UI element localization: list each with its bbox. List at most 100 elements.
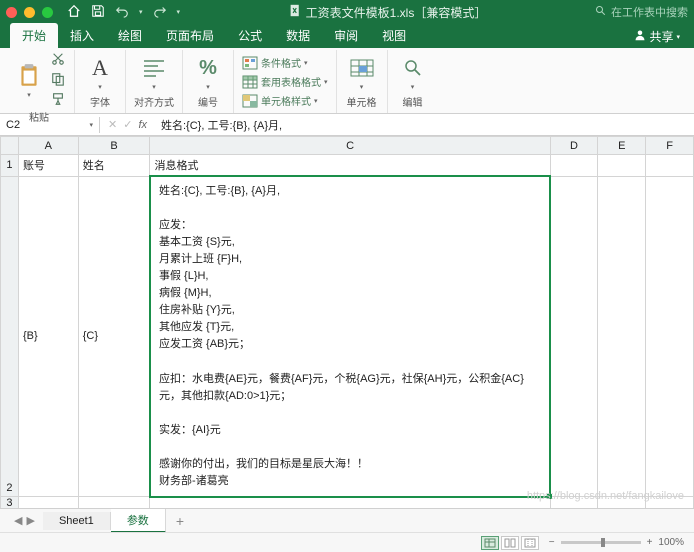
align-icon	[141, 55, 167, 81]
formula-input[interactable]: 姓名:{C}, 工号:{B}, {A}月,	[155, 115, 694, 135]
chevron-down-icon: ▾	[89, 121, 93, 129]
cell[interactable]: 姓名	[78, 155, 150, 177]
find-icon	[400, 55, 426, 81]
row-header[interactable]: 1	[1, 155, 19, 177]
next-sheet-icon[interactable]: ▶	[26, 514, 34, 527]
undo-icon[interactable]	[115, 4, 129, 21]
cells-button[interactable]: ▾	[345, 53, 379, 93]
cells-icon	[349, 55, 375, 81]
col-header[interactable]: F	[646, 137, 694, 155]
paste-button[interactable]: ▾	[12, 61, 46, 101]
share-button[interactable]: 共享 ▾	[620, 25, 694, 48]
cell[interactable]: {C}	[78, 176, 150, 497]
grid[interactable]: A B C D E F 1 账号 姓名 消息格式 2 {B} {C} 姓名:{C…	[0, 136, 694, 524]
cell[interactable]	[550, 176, 598, 497]
group-label: 字体	[90, 94, 110, 111]
group-label: 对齐方式	[134, 94, 174, 111]
tab-review[interactable]: 审阅	[322, 23, 370, 48]
group-font: A ▾ 字体	[75, 50, 126, 113]
cell[interactable]: {B}	[18, 176, 78, 497]
quick-access-toolbar: ▾ ▾	[67, 4, 180, 21]
align-button[interactable]: ▾	[137, 53, 171, 93]
conditional-format-button[interactable]: 条件格式▾	[242, 55, 328, 70]
page-layout-view-button[interactable]	[501, 536, 519, 550]
zoom-in-button[interactable]: +	[647, 537, 653, 548]
chevron-down-icon: ▾	[676, 33, 680, 41]
minimize-window-button[interactable]	[24, 7, 35, 18]
column-headers[interactable]: A B C D E F	[1, 137, 694, 155]
enter-icon[interactable]: ✓	[123, 118, 132, 131]
tab-home[interactable]: 开始	[10, 23, 58, 48]
sheet-tabs: ◀ ▶ Sheet1 参数 +	[0, 508, 694, 532]
zoom-control[interactable]: − + 100%	[549, 537, 684, 548]
sheet-tab[interactable]: Sheet1	[43, 512, 111, 530]
page-break-view-button[interactable]	[521, 536, 539, 550]
chevron-down-icon: ▾	[411, 83, 415, 91]
number-button[interactable]: % ▾	[191, 53, 225, 93]
undo-dropdown-icon[interactable]: ▾	[139, 8, 143, 16]
cell[interactable]	[646, 155, 694, 177]
font-button[interactable]: A ▾	[83, 53, 117, 93]
zoom-level[interactable]: 100%	[658, 537, 684, 548]
table-row[interactable]: 2 {B} {C} 姓名:{C}, 工号:{B}, {A}月, 应发： 基本工资…	[1, 176, 694, 497]
group-clipboard: ▾ 粘贴	[4, 50, 75, 113]
col-header[interactable]: B	[78, 137, 150, 155]
status-bar: − + 100%	[0, 532, 694, 552]
format-as-table-button[interactable]: 套用表格格式▾	[242, 74, 328, 89]
close-window-button[interactable]	[6, 7, 17, 18]
select-all-cell[interactable]	[1, 137, 19, 155]
group-label: 编号	[198, 94, 218, 111]
group-styles: 条件格式▾ 套用表格格式▾ 单元格样式▾	[234, 50, 337, 113]
row-header[interactable]: 2	[1, 176, 19, 497]
tab-formulas[interactable]: 公式	[226, 23, 274, 48]
tab-insert[interactable]: 插入	[58, 23, 106, 48]
excel-doc-icon	[289, 4, 302, 20]
zoom-out-button[interactable]: −	[549, 537, 555, 548]
save-icon[interactable]	[91, 4, 105, 21]
group-number: % ▾ 编号	[183, 50, 234, 113]
zoom-slider[interactable]	[561, 541, 641, 544]
font-a-icon: A	[87, 55, 113, 81]
col-header[interactable]: D	[550, 137, 598, 155]
cell[interactable]: 账号	[18, 155, 78, 177]
cell[interactable]	[550, 155, 598, 177]
selected-cell[interactable]: 姓名:{C}, 工号:{B}, {A}月, 应发： 基本工资 {S}元, 月累计…	[150, 176, 550, 497]
fx-icon[interactable]: fx	[138, 119, 147, 131]
cut-icon[interactable]	[50, 52, 66, 69]
clipboard-icon	[16, 63, 42, 89]
cell[interactable]	[598, 155, 646, 177]
tab-data[interactable]: 数据	[274, 23, 322, 48]
col-header[interactable]: A	[18, 137, 78, 155]
prev-sheet-icon[interactable]: ◀	[14, 514, 22, 527]
cell[interactable]	[598, 176, 646, 497]
cell-styles-button[interactable]: 单元格样式▾	[242, 93, 328, 108]
home-icon[interactable]	[67, 4, 81, 21]
cell[interactable]	[646, 176, 694, 497]
search-icon	[595, 5, 607, 20]
percent-icon: %	[195, 55, 221, 81]
col-header[interactable]: E	[598, 137, 646, 155]
sheet-tab-active[interactable]: 参数	[111, 509, 166, 533]
search-box[interactable]: 在工作表中搜索	[595, 4, 688, 20]
group-alignment: ▾ 对齐方式	[126, 50, 183, 113]
format-painter-icon[interactable]	[50, 92, 66, 109]
table-row[interactable]: 1 账号 姓名 消息格式	[1, 155, 694, 177]
editing-button[interactable]: ▾	[396, 53, 430, 93]
add-sheet-button[interactable]: +	[166, 513, 194, 529]
normal-view-button[interactable]	[481, 536, 499, 550]
redo-icon[interactable]	[153, 4, 167, 21]
chevron-down-icon: ▾	[206, 83, 210, 91]
col-header[interactable]: C	[150, 137, 550, 155]
name-box[interactable]: C2 ▾	[0, 117, 100, 133]
tab-layout[interactable]: 页面布局	[154, 23, 226, 48]
cancel-icon[interactable]: ✕	[108, 118, 117, 131]
tab-view[interactable]: 视图	[370, 23, 418, 48]
group-label: 单元格	[347, 94, 377, 111]
cell[interactable]: 消息格式	[150, 155, 550, 177]
person-icon	[634, 29, 646, 44]
sheet-nav[interactable]: ◀ ▶	[6, 514, 43, 527]
tab-draw[interactable]: 绘图	[106, 23, 154, 48]
maximize-window-button[interactable]	[42, 7, 53, 18]
formula-buttons: ✕ ✓ fx	[100, 118, 155, 131]
copy-icon[interactable]	[50, 72, 66, 89]
